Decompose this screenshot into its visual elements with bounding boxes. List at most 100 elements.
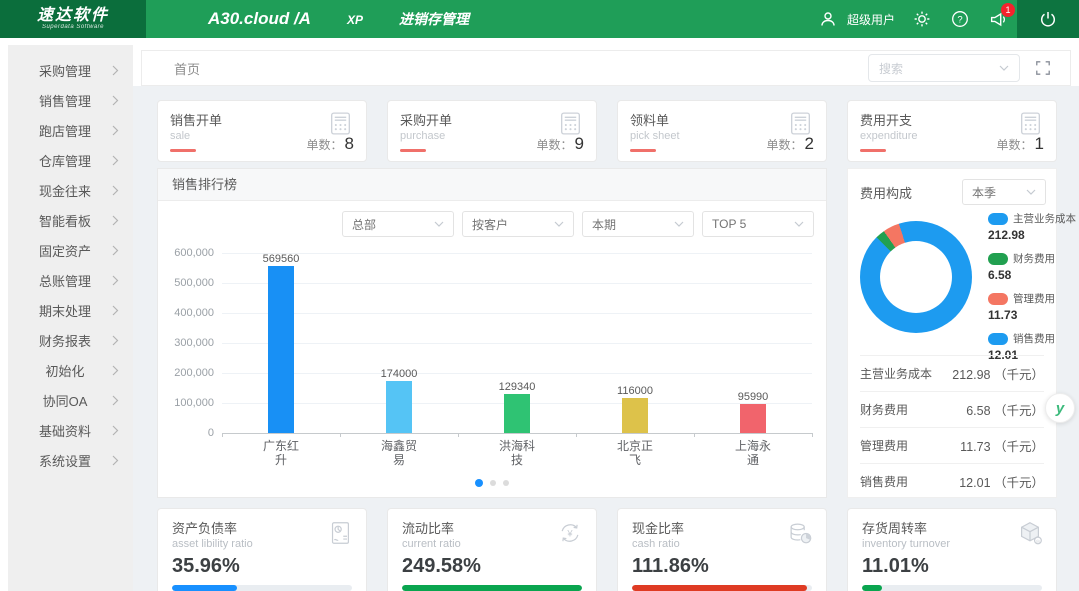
sidebar-item-label: 总账管理 (18, 271, 112, 290)
chevron-right-icon (112, 365, 119, 376)
row-label: 管理费用 (860, 437, 908, 454)
y-tick-label: 600,000 (174, 247, 214, 259)
bar (504, 394, 530, 433)
sidebar-item[interactable]: 固定资产 (8, 235, 133, 265)
summary-card[interactable]: 采购开单 purchase 单数：9 (387, 100, 597, 162)
assistant-float-button[interactable]: y (1045, 393, 1075, 423)
sidebar-item-label: 固定资产 (18, 241, 112, 260)
select-value: 总部 (352, 216, 376, 233)
kpi-title: 现金比率 (632, 518, 812, 537)
sidebar-item[interactable]: 协同OA (8, 385, 133, 415)
user-icon[interactable] (809, 0, 847, 38)
expense-row: 主营业务成本 212.98 （千元） (860, 355, 1044, 391)
kpi-value: 11.01% (862, 555, 1042, 578)
sidebar-item[interactable]: 总账管理 (8, 265, 133, 295)
tab-home[interactable]: 首页 (174, 59, 200, 78)
edition-label: XP (347, 13, 363, 27)
legend-swatch (988, 253, 1008, 265)
select-value: TOP 5 (712, 217, 746, 231)
logo-title: 速达软件 (37, 8, 109, 24)
filter-select[interactable]: TOP 5 (702, 211, 814, 237)
app-logo: 速达软件 Superdata Software (0, 0, 146, 38)
svg-text:¥: ¥ (566, 528, 573, 538)
expense-row: 销售费用 12.01 （千元） (860, 463, 1044, 499)
bar-value-label: 129340 (499, 381, 536, 393)
period-select[interactable]: 本季 (962, 179, 1046, 205)
row-label: 财务费用 (860, 401, 908, 418)
summary-card[interactable]: 领料单 pick sheet 单数：2 (617, 100, 827, 162)
chevron-down-icon (794, 221, 804, 227)
calculator-icon (327, 110, 354, 137)
legend-label: 销售费用 (1013, 331, 1055, 346)
kpi-subtitle: asset libility ratio (172, 538, 352, 550)
kpi-title: 存货周转率 (862, 518, 1042, 537)
kpi-icon (786, 519, 814, 552)
sidebar: 采购管理 销售管理 跑店管理 仓库管理 现金往来 智能看板 固定资产 总账管理 … (8, 45, 133, 591)
legend-swatch (988, 213, 1008, 225)
question-icon[interactable]: ? (941, 0, 979, 38)
sidebar-item[interactable]: 系统设置 (8, 445, 133, 475)
card-accent-dash (630, 149, 656, 152)
category-label: 广东红升 (258, 439, 304, 467)
kpi-subtitle: cash ratio (632, 538, 812, 550)
expense-row: 财务费用 6.58 （千元） (860, 391, 1044, 427)
axis-tick (576, 433, 577, 437)
sidebar-item[interactable]: 期末处理 (8, 295, 133, 325)
sidebar-item[interactable]: 现金往来 (8, 175, 133, 205)
legend-label: 主营业务成本 (1013, 211, 1076, 226)
chevron-right-icon (112, 125, 119, 136)
kpi-subtitle: inventory turnover (862, 538, 1042, 550)
sidebar-item[interactable]: 销售管理 (8, 85, 133, 115)
sidebar-item-label: 仓库管理 (18, 151, 112, 170)
count: 单数：8 (307, 134, 354, 154)
row-value: 212.98 （千元） (952, 364, 1044, 383)
bar (740, 404, 766, 433)
fullscreen-icon[interactable] (1026, 54, 1060, 82)
legend-label: 财务费用 (1013, 251, 1055, 266)
assistant-logo-glyph: y (1056, 400, 1064, 417)
nav-item-inventory[interactable]: 进销存管理 (399, 9, 469, 29)
search-input[interactable]: 搜索 (868, 54, 1020, 82)
filter-select[interactable]: 按客户 (462, 211, 574, 237)
username[interactable]: 超级用户 (847, 11, 895, 28)
pagination-dot[interactable] (503, 480, 509, 486)
filter-select[interactable]: 总部 (342, 211, 454, 237)
sidebar-item[interactable]: 财务报表 (8, 325, 133, 355)
gear-icon[interactable] (903, 0, 941, 38)
count-label: 单数： (767, 138, 803, 152)
chevron-right-icon (112, 65, 119, 76)
progress-fill (862, 585, 882, 591)
bar (386, 381, 412, 433)
axis-tick (694, 433, 695, 437)
kpi-value: 249.58% (402, 555, 582, 578)
select-value: 本季 (972, 184, 996, 201)
chevron-right-icon (112, 455, 119, 466)
card-accent-dash (860, 149, 886, 152)
chevron-right-icon (112, 335, 119, 346)
sidebar-item[interactable]: 初始化 (8, 355, 133, 385)
axis-tick (812, 433, 813, 437)
summary-card[interactable]: 费用开支 expenditure 单数：1 (847, 100, 1057, 162)
sidebar-item[interactable]: 仓库管理 (8, 145, 133, 175)
bar-value-label: 569560 (263, 253, 300, 265)
expense-structure-panel: 费用构成 本季 主营业务成本 212.98 财务费用 6.58 管理费用 11.… (847, 168, 1057, 498)
power-icon[interactable] (1017, 0, 1079, 38)
breadcrumb-bar: 首页 搜索 (141, 50, 1071, 86)
legend-item: 管理费用 11.73 (988, 291, 1054, 322)
chevron-right-icon (112, 275, 119, 286)
sidebar-item[interactable]: 采购管理 (8, 55, 133, 85)
sidebar-item[interactable]: 基础资料 (8, 415, 133, 445)
y-tick-label: 300,000 (174, 337, 214, 349)
filter-select[interactable]: 本期 (582, 211, 694, 237)
search-placeholder: 搜索 (879, 60, 903, 77)
summary-card[interactable]: 销售开单 sale 单数：8 (157, 100, 367, 162)
sidebar-item-label: 初始化 (18, 361, 112, 380)
sidebar-item[interactable]: 跑店管理 (8, 115, 133, 145)
pagination-dot[interactable] (490, 480, 496, 486)
kpi-subtitle: current ratio (402, 538, 582, 550)
announcement-icon[interactable]: 1 (979, 0, 1017, 38)
pagination-dot[interactable] (475, 479, 483, 487)
grid-line (222, 433, 812, 434)
sidebar-item[interactable]: 智能看板 (8, 205, 133, 235)
row-value: 6.58 （千元） (966, 400, 1044, 419)
